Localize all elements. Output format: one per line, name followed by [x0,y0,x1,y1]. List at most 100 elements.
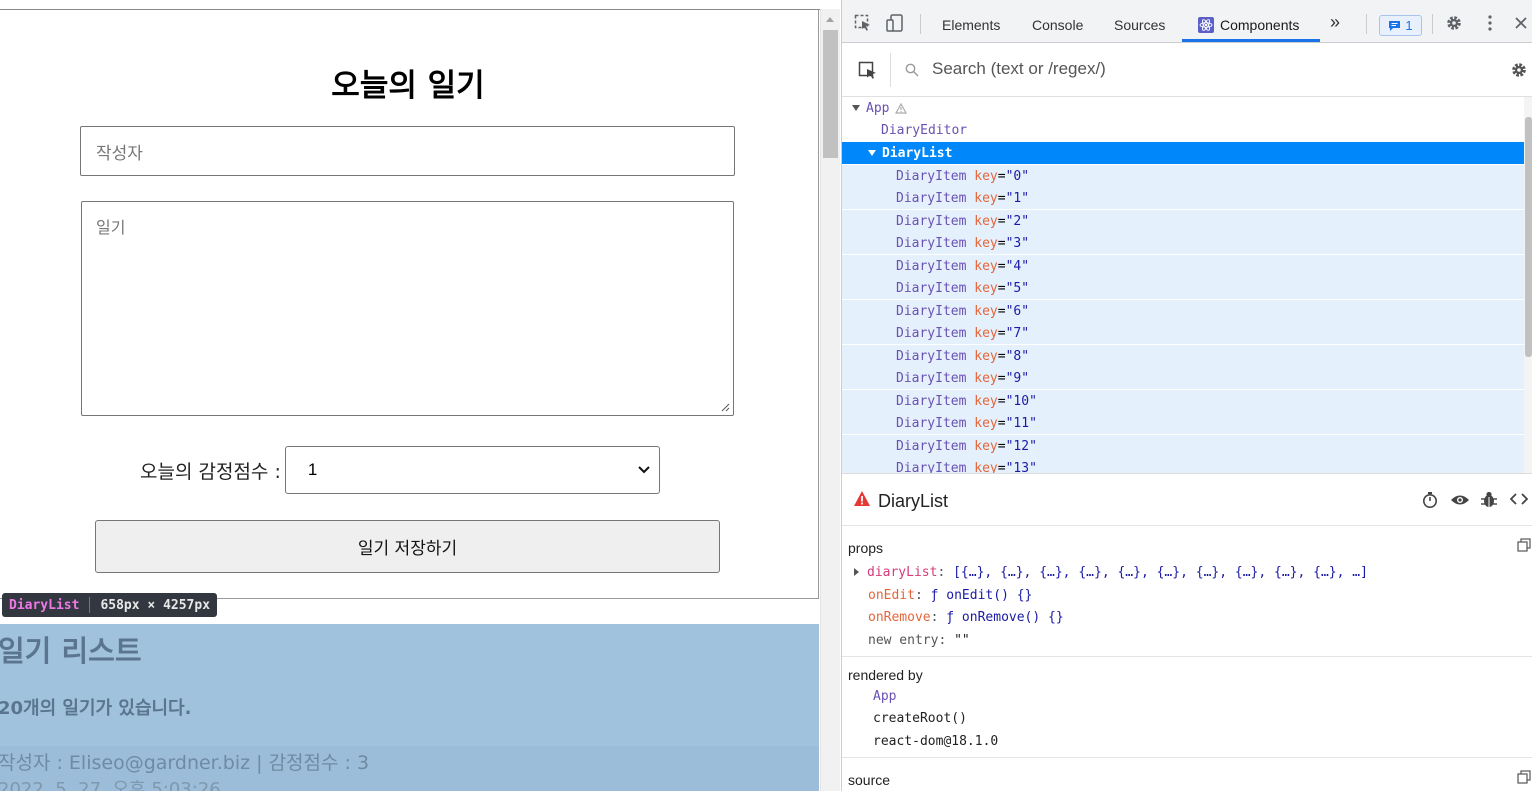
tree-item-attr-key: key [974,348,998,364]
close-icon[interactable] [1512,14,1530,32]
tree-row-diary-item[interactable]: DiaryItem key = "7" [842,322,1524,344]
inspect-element-icon[interactable] [854,14,872,32]
tree-item-key-value: "12" [1005,438,1037,454]
tree-item-key-value: "0" [1005,168,1030,184]
component-tree: App DiaryEditor DiaryList DiaryItem key =… [842,97,1532,473]
prop-key: onEdit [868,588,915,603]
tab-sources[interactable]: Sources [1114,17,1165,33]
tree-item-attr-key: key [974,168,998,184]
props-label: props [848,540,884,556]
scrollbar-thumb[interactable] [823,30,838,158]
tree-row-diary-item[interactable]: DiaryItem key = "3" [842,232,1524,254]
section-divider [842,757,1532,758]
stopwatch-icon[interactable] [1421,491,1439,509]
select-component-icon[interactable] [858,61,878,81]
tree-label-app: App [866,100,890,116]
rendered-by-label: rendered by [848,667,923,683]
tooltip-size: 658px × 4257px [100,597,211,613]
tree-item-key-value: "11" [1005,415,1037,431]
tree-item-key-value: "2" [1005,213,1030,229]
error-warning-icon [854,491,870,506]
author-input[interactable]: 작성자 [80,126,735,176]
section-divider [842,656,1532,657]
tree-row-app[interactable]: App [842,97,1524,119]
issues-badge[interactable]: 1 [1379,15,1422,36]
tree-item-name: DiaryItem [896,415,967,431]
copy-icon[interactable] [1517,770,1531,784]
tree-row-diary-list[interactable]: DiaryList [842,142,1524,164]
content-textarea[interactable]: 일기 [81,201,734,416]
emotion-select[interactable]: 1 [284,446,660,494]
tree-row-diary-item[interactable]: DiaryItem key = "1" [842,187,1524,209]
prop-value: "" [954,633,970,648]
inspect-tooltip: DiaryList 658px × 4257px [2,593,218,617]
tree-item-key-value: "6" [1005,303,1030,319]
resize-grip-icon[interactable] [720,402,730,412]
tree-label-diary-editor: DiaryEditor [881,122,968,138]
issues-count: 1 [1405,18,1413,33]
device-toolbar-icon[interactable] [886,14,904,32]
emotion-selected-value: 1 [307,460,318,479]
tree-scrollbar-thumb[interactable] [1525,117,1532,357]
prop-on-edit[interactable]: onEdit: ƒ onEdit() {} [868,588,1032,603]
prop-on-remove[interactable]: onRemove: ƒ onRemove() {} [868,610,1064,625]
eye-icon[interactable] [1450,491,1470,509]
tree-item-attr-key: key [974,325,998,341]
devtools-toolbar: Elements Console Sources Components » 1 [842,0,1532,43]
tree-item-attr-key: key [974,190,998,206]
tree-row-diary-editor[interactable]: DiaryEditor [842,119,1524,141]
kebab-menu-icon[interactable] [1481,14,1499,32]
tree-row-diary-item[interactable]: DiaryItem key = "5" [842,277,1524,299]
tree-row-diary-item[interactable]: DiaryItem key = "6" [842,300,1524,322]
search-icon [905,63,919,77]
owner-react-dom: react-dom@18.1.0 [873,734,999,749]
tree-row-diary-item[interactable]: DiaryItem key = "13" [842,457,1524,473]
tree-item-key-value: "5" [1005,280,1030,296]
tree-row-diary-item[interactable]: DiaryItem key = "11" [842,412,1524,434]
prop-diary-list[interactable]: diaryList: [{…}, {…}, {…}, {…}, {…}, {…}… [854,565,1368,580]
tooltip-separator [89,597,91,613]
more-tabs-button[interactable]: » [1330,12,1340,33]
tree-row-diary-item[interactable]: DiaryItem key = "4" [842,255,1524,277]
search-separator [890,53,891,87]
prop-key: onRemove [868,610,931,625]
toolbar-divider [1366,14,1367,34]
tree-item-attr-key: key [974,258,998,274]
tree-row-diary-item[interactable]: DiaryItem key = "0" [842,165,1524,187]
expand-triangle-icon[interactable] [868,150,876,156]
owner-app[interactable]: App [873,689,896,704]
tree-item-name: DiaryItem [896,213,967,229]
tree-row-diary-item[interactable]: DiaryItem key = "2" [842,210,1524,232]
emotion-row: 오늘의 감정점수 : 1 [140,446,660,494]
tree-item-name: DiaryItem [896,438,967,454]
code-brackets-icon[interactable] [1510,492,1528,506]
settings-gear-icon[interactable] [1510,61,1528,79]
tree-row-diary-item[interactable]: DiaryItem key = "10" [842,390,1524,412]
tab-elements[interactable]: Elements [942,17,1000,33]
message-icon [1389,20,1401,31]
gear-icon[interactable] [1445,14,1463,32]
tree-item-name: DiaryItem [896,190,967,206]
tree-scrollbar[interactable] [1524,97,1532,473]
bug-icon[interactable] [1480,490,1498,509]
expand-triangle-icon[interactable] [852,105,860,111]
tree-row-diary-item[interactable]: DiaryItem key = "12" [842,435,1524,457]
tab-console[interactable]: Console [1032,17,1083,33]
tab-components[interactable]: Components [1220,17,1299,33]
expand-arrow-icon[interactable] [854,568,859,576]
diary-item-info: 작성자 : Eliseo@gardner.biz | 감정점수 : 3 [0,752,370,774]
tree-item-attr-key: key [974,280,998,296]
page-scrollbar[interactable] [820,9,840,791]
inspected-component-header: DiaryList [842,473,1532,526]
scroll-up-arrow-icon[interactable] [826,17,834,22]
tree-item-key-value: "10" [1005,393,1037,409]
component-search-input[interactable]: Search (text or /regex/) [932,59,1106,79]
toolbar-divider [1432,14,1433,34]
prop-new-entry[interactable]: new entry: "" [868,633,970,648]
tree-row-diary-item[interactable]: DiaryItem key = "9" [842,367,1524,389]
tree-item-name: DiaryItem [896,393,967,409]
screen: 오늘의 일기 작성자 일기 오늘의 감정점수 : 1 일기 저장하기 Diary… [0,0,1532,791]
copy-icon[interactable] [1517,538,1531,552]
tree-row-diary-item[interactable]: DiaryItem key = "8" [842,345,1524,367]
save-button[interactable]: 일기 저장하기 [95,520,720,573]
